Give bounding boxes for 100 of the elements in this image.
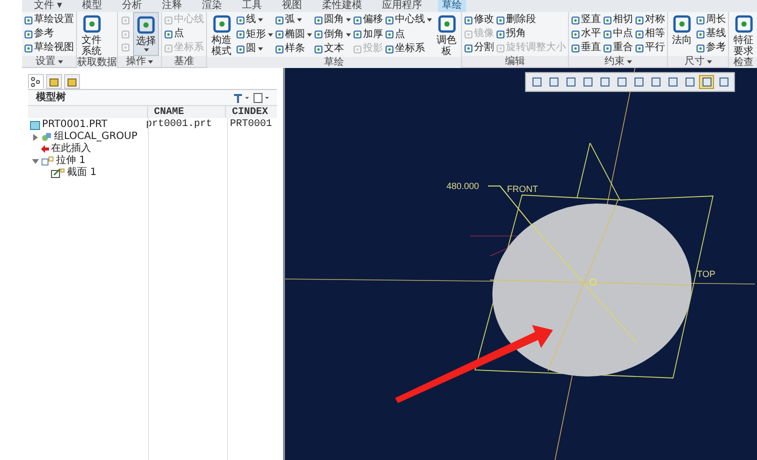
- tool-icon: [603, 30, 612, 38]
- caret-icon: [427, 18, 432, 22]
- ribbon-tool-button[interactable]: 倒角: [314, 28, 351, 40]
- ribbon-tool-button[interactable]: 椭圆: [275, 28, 312, 40]
- tool-icon: [353, 16, 362, 24]
- ribbon-tool-button[interactable]: 竖直: [571, 14, 601, 26]
- ribbon-tool-button[interactable]: 修改: [464, 14, 494, 26]
- ribbon-tool-button[interactable]: 参考: [696, 42, 726, 54]
- ribbon-tool-button[interactable]: 对称: [635, 14, 665, 26]
- panel-tab[interactable]: [28, 74, 44, 89]
- tree-item-label[interactable]: 拉伸 1: [56, 155, 86, 167]
- ribbon-tool-button[interactable]: 圆: [236, 43, 273, 55]
- menu-tab[interactable]: 分析: [118, 0, 146, 12]
- menu-tab[interactable]: 视图: [278, 0, 306, 12]
- ribbon-tool-button[interactable]: 草绘设置: [24, 14, 74, 26]
- ribbon-tool-button[interactable]: 垂直: [571, 42, 601, 54]
- tool-icon: [236, 30, 245, 39]
- ribbon-tool-button[interactable]: 基线: [696, 28, 726, 40]
- group-label[interactable]: 设置: [22, 56, 76, 67]
- ribbon-tool-button[interactable]: 重合: [603, 42, 633, 54]
- caret-icon: [144, 48, 148, 52]
- ribbon-tool-button[interactable]: 中点: [603, 28, 633, 40]
- expanded-caret-icon[interactable]: [32, 158, 39, 164]
- group-label[interactable]: 草绘: [207, 57, 461, 68]
- group-label[interactable]: 检查: [729, 57, 757, 68]
- ribbon-tool-button[interactable]: 参考: [24, 28, 74, 40]
- tree-item-label[interactable]: 在此插入: [51, 143, 91, 155]
- ribbon-tool-button[interactable]: 点: [385, 28, 432, 40]
- graphics-canvas[interactable]: 480.000 FRONT TOP: [285, 68, 757, 460]
- ribbon-tool-button[interactable]: 坐标系: [385, 43, 432, 55]
- tool-icon: [464, 30, 473, 38]
- ribbon-tool-button[interactable]: 平行: [635, 42, 665, 54]
- group-label[interactable]: 编辑: [462, 56, 568, 67]
- column-header[interactable]: CNAME: [148, 106, 226, 118]
- tree-item-label[interactable]: PRT0001.PRT: [42, 119, 108, 131]
- group-label[interactable]: 约束: [569, 56, 667, 67]
- column-header[interactable]: CINDEX: [226, 106, 268, 118]
- menu-tab[interactable]: 草绘: [438, 0, 466, 12]
- menu-tab[interactable]: 柔性建模: [318, 0, 366, 12]
- tool-icon: [696, 44, 705, 52]
- menu-tab[interactable]: 工具: [238, 0, 266, 12]
- group-label[interactable]: 基准: [162, 56, 206, 67]
- tool-icon: [635, 30, 644, 38]
- ribbon-tool-button[interactable]: 相切: [603, 14, 633, 26]
- caret-icon: [307, 32, 312, 36]
- panel-tab[interactable]: [46, 74, 62, 89]
- tool-icon: [82, 14, 102, 34]
- ribbon-tool-button[interactable]: 圆角: [314, 14, 351, 26]
- tool-icon: [164, 44, 173, 52]
- dimension-value[interactable]: 480.000: [446, 181, 479, 191]
- ribbon-large-button[interactable]: 构造模式: [209, 12, 234, 57]
- tool-icon: [496, 16, 505, 24]
- ribbon-tool-button[interactable]: 文本: [314, 43, 351, 55]
- ribbon-tool-button[interactable]: 删除段: [496, 14, 566, 26]
- ribbon-large-button[interactable]: 选择: [133, 12, 159, 56]
- ribbon-tool-button[interactable]: 点: [164, 28, 204, 40]
- ribbon-tool-button[interactable]: 水平: [571, 28, 601, 40]
- caret-icon: [706, 60, 712, 64]
- ribbon-tool-button[interactable]: 线: [236, 14, 273, 26]
- ribbon-large-button[interactable]: 法向: [670, 12, 694, 56]
- tool-icon: [734, 14, 754, 34]
- settings-dropdown-icon[interactable]: [253, 92, 269, 102]
- table-cell-text: prt0001.prt: [146, 119, 214, 131]
- ribbon-tool-button[interactable]: 拐角: [496, 28, 566, 40]
- plane-label: FRONT: [507, 184, 538, 194]
- tree-item-label[interactable]: 截面 1: [67, 167, 97, 179]
- view-tool-button[interactable]: [699, 75, 714, 89]
- insert-marker-icon: [41, 145, 49, 153]
- extrude-icon: [41, 156, 54, 166]
- tool-icon: [603, 16, 612, 24]
- ribbon-tool-button[interactable]: 草绘视图: [24, 42, 74, 54]
- ribbon-tool-button[interactable]: 弧: [275, 14, 312, 26]
- ribbon-tool-button[interactable]: 样条: [275, 43, 312, 55]
- tool-icon: [464, 16, 473, 24]
- ribbon-tool-button[interactable]: 矩形: [236, 28, 273, 40]
- group-label[interactable]: 尺寸: [668, 56, 728, 67]
- tool-icon: [24, 16, 33, 24]
- ribbon-tool-button[interactable]: 分割: [464, 42, 494, 54]
- tool-icon: [353, 44, 362, 54]
- group-label[interactable]: 操作: [118, 56, 161, 67]
- tool-icon: [275, 30, 284, 39]
- ribbon-large-button[interactable]: 调色板: [434, 12, 459, 57]
- group-label[interactable]: 获取数据: [77, 57, 117, 68]
- tool-icon: [275, 16, 284, 24]
- ribbon-tool-button[interactable]: 中心线: [385, 14, 432, 26]
- ribbon-tool-button[interactable]: 周长: [696, 14, 726, 26]
- tool-icon: [24, 30, 33, 38]
- tools-dropdown-icon[interactable]: [233, 92, 249, 102]
- tree-item-label[interactable]: 组LOCAL_GROUP: [54, 131, 138, 143]
- ribbon-tool-button[interactable]: 加厚: [353, 28, 383, 40]
- menu-tab[interactable]: 模型: [78, 0, 106, 12]
- ribbon-large-button[interactable]: 文件系统: [79, 12, 104, 57]
- ribbon-tool-button[interactable]: 相等: [635, 28, 665, 40]
- tool-icon: [696, 30, 705, 38]
- tool-icon: [672, 14, 692, 34]
- panel-tab[interactable]: [64, 74, 80, 89]
- caret-icon: [346, 32, 351, 36]
- collapsed-caret-icon[interactable]: [32, 134, 39, 140]
- ribbon-tool-button[interactable]: 偏移: [353, 14, 383, 26]
- ribbon-large-button[interactable]: 特征要求: [731, 12, 756, 57]
